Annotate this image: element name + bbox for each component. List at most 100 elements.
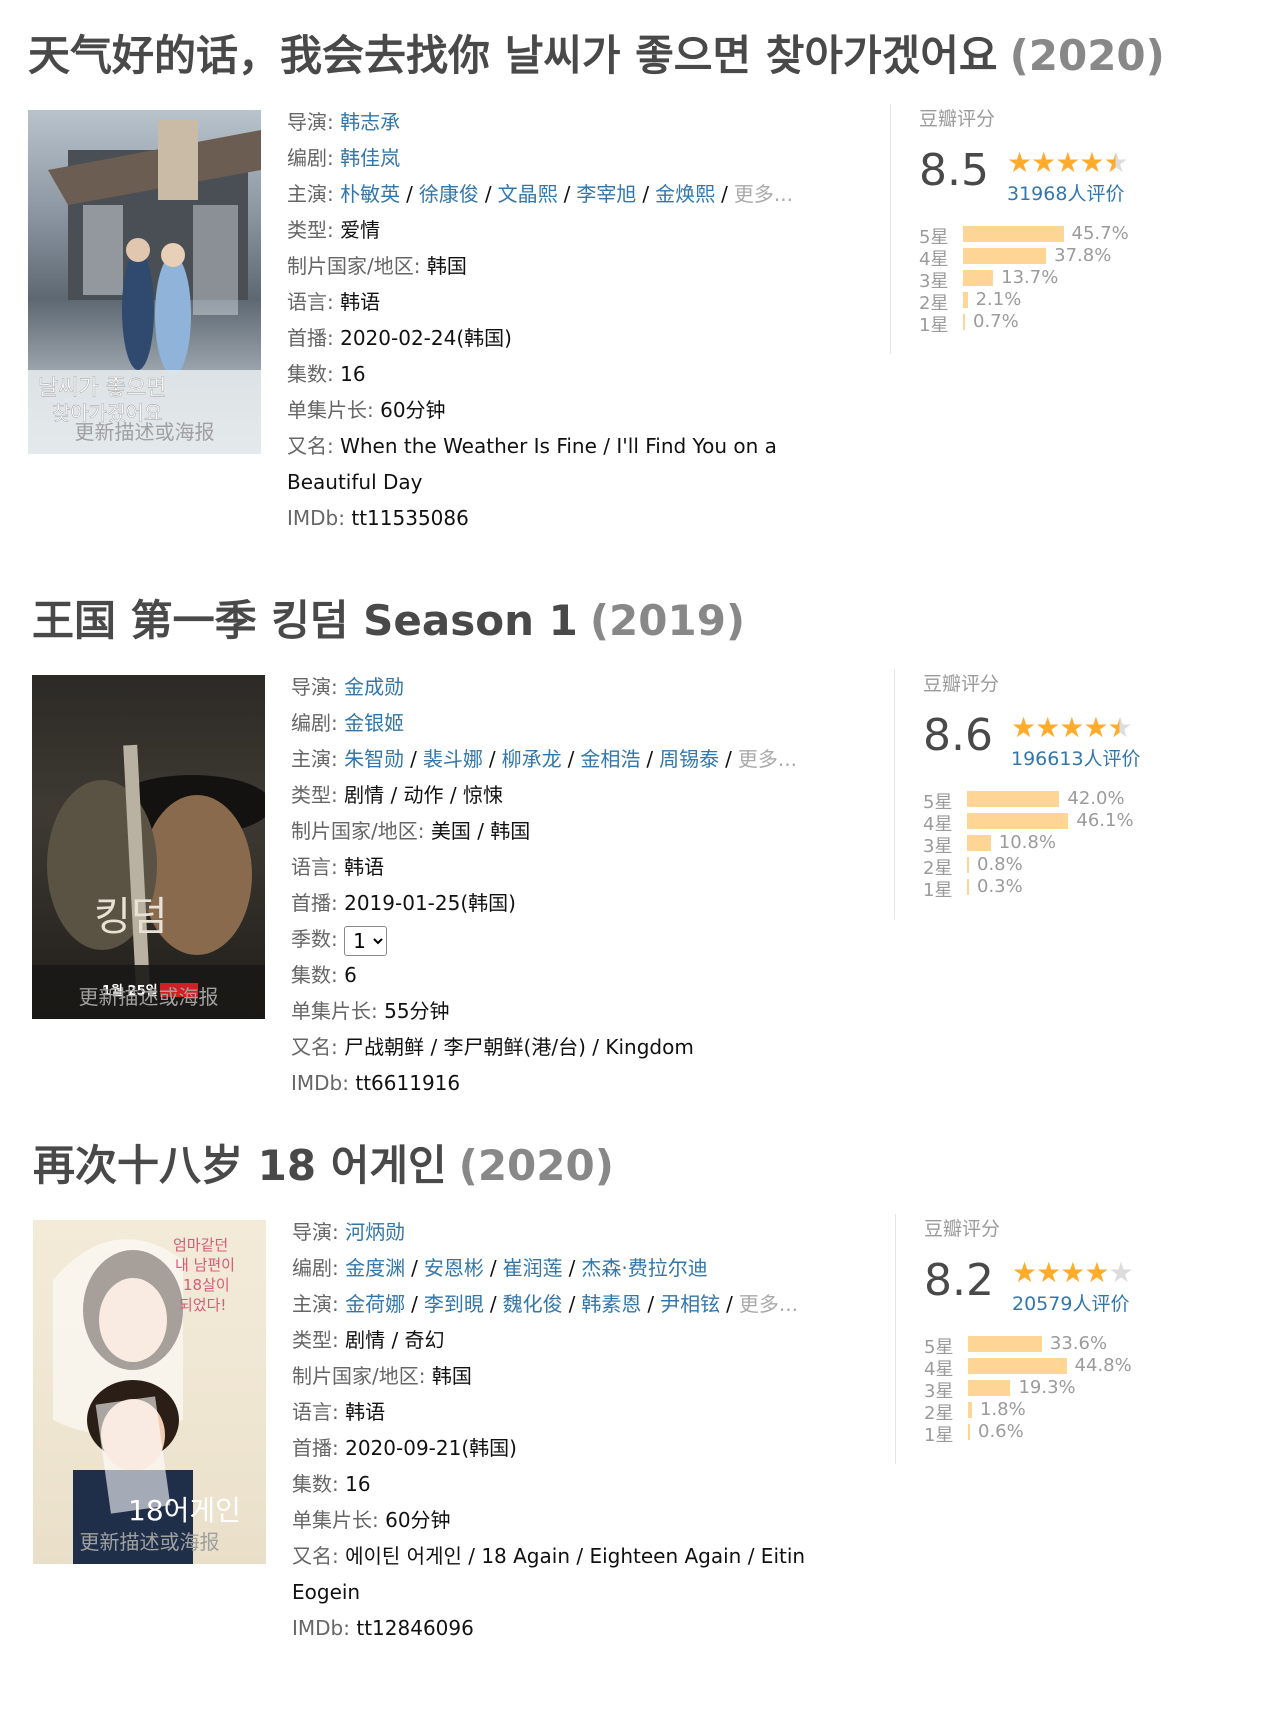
rating-bar-row: 2星 0.8% [923, 854, 1223, 879]
cast-link[interactable]: 柳承龙 [502, 747, 562, 771]
star-icon: ★ [1011, 711, 1036, 744]
cast-link[interactable]: 李宰旭 [576, 182, 636, 206]
votes-link[interactable]: 196613人评价 [1011, 744, 1141, 771]
imdb-value: tt11535086 [351, 506, 469, 530]
country-value: 韩国 [431, 1364, 472, 1388]
votes-link[interactable]: 20579人评价 [1012, 1289, 1129, 1316]
rating-bar [968, 1336, 1042, 1352]
drama-entry: 天气好的话，我会去找你 날씨가 좋으면 찾아가겠어요 (2020) 날씨가 좋으면… [0, 28, 1270, 548]
premiere-value: 2020-09-21(韩国) [345, 1436, 517, 1460]
rating-stars: ★★★★★ [1011, 711, 1133, 744]
title-year: (2020) [1009, 31, 1165, 80]
cast-link[interactable]: 尹相铉 [660, 1292, 720, 1316]
director-link[interactable]: 金成勋 [344, 675, 404, 699]
update-poster-link[interactable]: 更新描述或海报 [28, 416, 261, 445]
cast-link[interactable]: 金相浩 [580, 747, 640, 771]
genre-value: 爱情 [340, 218, 381, 242]
cast-link[interactable]: 魏化俊 [503, 1292, 563, 1316]
aka-value: 尸战朝鲜 / 李尸朝鲜(港/台) / Kingdom [344, 1035, 694, 1059]
label: 首播 [287, 326, 327, 350]
writer-link[interactable]: 杰森·费拉尔迪 [581, 1256, 707, 1280]
label: 又名 [287, 434, 327, 458]
star-icon: ★ [1079, 146, 1104, 179]
writer-link[interactable]: 金银姬 [344, 711, 404, 735]
cast-link[interactable]: 韩素恩 [581, 1292, 641, 1316]
star-icon: ★ [1059, 711, 1084, 744]
rating-distribution: 5星 42.0% 4星 46.1% 3星 10.8% 2星 0.8% 1星 0.3% [923, 788, 1223, 901]
label: 集数 [287, 362, 327, 386]
rating-bar-row: 3星 10.8% [923, 832, 1223, 857]
title-text: 再次十八岁 18 어게인 [33, 1141, 447, 1190]
cast-link[interactable]: 裴斗娜 [423, 747, 483, 771]
rating-bar-row: 4星 46.1% [923, 810, 1223, 835]
label: 单集片长 [287, 398, 367, 422]
bar-percentage: 37.8% [1054, 245, 1112, 266]
rating-score: 8.2 [924, 1255, 994, 1306]
drama-entry: 再次十八岁 18 어게인 (2020) 엄마같던 내 남편이 18살이 되었다! … [0, 1138, 1270, 1698]
cast-link[interactable]: 李到晛 [424, 1292, 484, 1316]
label: 类型 [292, 1328, 332, 1352]
poster-art: 엄마같던 내 남편이 18살이 되었다! 18어게인 [53, 1236, 241, 1564]
label: 语言 [287, 290, 327, 314]
rating-bar [963, 248, 1047, 264]
bar-percentage: 2.1% [975, 289, 1022, 310]
star-icon: ★ [1035, 711, 1060, 744]
poster-image[interactable]: 킹덤 1월 25일 [32, 675, 265, 1019]
poster-image[interactable]: 엄마같던 내 남편이 18살이 되었다! 18어게인 [33, 1220, 266, 1564]
cast-link[interactable]: 周锡泰 [659, 747, 719, 771]
imdb-value: tt6611916 [355, 1071, 461, 1095]
writer-link[interactable]: 安恩彬 [424, 1256, 484, 1280]
star-icon: ★ [1012, 1256, 1037, 1289]
bar-percentage: 33.6% [1049, 1333, 1108, 1354]
poster-image[interactable]: 날씨가 좋으면 찾아가겠어요 [28, 110, 261, 454]
rating-stars: ★★★★★ [1012, 1256, 1134, 1289]
aka-value: When the Weather Is Fine / I'll Find You… [287, 434, 777, 494]
label: 语言 [291, 855, 331, 879]
update-poster-link[interactable]: 更新描述或海报 [33, 1526, 266, 1555]
writer-link[interactable]: 金度渊 [345, 1256, 405, 1280]
poster-title-line: 내 남편이 [175, 1256, 235, 1274]
rating-panel: 豆瓣评分 8.2 ★★★★★ 20579人评价 5星 33.6% 4星 44.8% 3星… [895, 1214, 1224, 1464]
runtime-value: 60分钟 [385, 1508, 451, 1532]
label: 主演 [291, 747, 331, 771]
star-icon: ★ [1060, 1256, 1085, 1289]
cast-link[interactable]: 朴敏英 [340, 182, 400, 206]
season-select[interactable]: 1 [344, 925, 388, 956]
aka-value: 에이틴 어게인 / 18 Again / Eighteen Again / Ei… [292, 1544, 806, 1604]
rating-label: 豆瓣评分 [919, 108, 996, 130]
label: 集数 [291, 963, 331, 987]
director-link[interactable]: 韩志承 [340, 110, 400, 134]
label: 集数 [292, 1472, 332, 1496]
poster-title-line: 킹덤 [94, 894, 168, 940]
cast-link[interactable]: 文晶熙 [498, 182, 558, 206]
bar-percentage: 10.8% [998, 832, 1056, 853]
writer-link[interactable]: 韩佳岚 [340, 146, 400, 170]
title-year: (2019) [589, 596, 746, 645]
runtime-value: 55分钟 [384, 999, 450, 1023]
cast-link[interactable]: 朱智勋 [344, 747, 404, 771]
rating-bar-row: 3星 19.3% [924, 1377, 1224, 1402]
director-link[interactable]: 河炳勋 [345, 1220, 405, 1244]
more-cast-link[interactable]: 更多... [734, 182, 793, 206]
bar-percentage: 0.6% [978, 1421, 1024, 1442]
rating-bar-row: 1星 0.3% [923, 876, 1223, 901]
more-cast-link[interactable]: 更多... [739, 1292, 798, 1316]
update-poster-link[interactable]: 更新描述或海报 [32, 981, 265, 1010]
cast-link[interactable]: 徐康俊 [419, 182, 479, 206]
star-icon: ★ [1107, 711, 1132, 744]
cast-link[interactable]: 金荷娜 [345, 1292, 405, 1316]
writer-link[interactable]: 崔润莲 [503, 1256, 563, 1280]
runtime-value: 60分钟 [380, 398, 446, 422]
cast-link[interactable]: 金焕熙 [655, 182, 715, 206]
rating-bar [968, 1358, 1067, 1374]
label: 导演 [287, 110, 327, 134]
label: 首播 [291, 891, 331, 915]
star-icon: ★ [1083, 711, 1108, 744]
label: 制片国家/地区 [292, 1364, 419, 1388]
label: 主演 [287, 182, 327, 206]
label: 语言 [292, 1400, 332, 1424]
drama-title: 王国 第一季 킹덤 Season 1 (2019) [32, 593, 745, 649]
votes-link[interactable]: 31968人评价 [1007, 179, 1124, 206]
drama-entry: 王国 第一季 킹덤 Season 1 (2019) 킹덤 1월 25일 更新描述或… [0, 593, 1270, 1113]
more-cast-link[interactable]: 更多... [738, 747, 797, 771]
